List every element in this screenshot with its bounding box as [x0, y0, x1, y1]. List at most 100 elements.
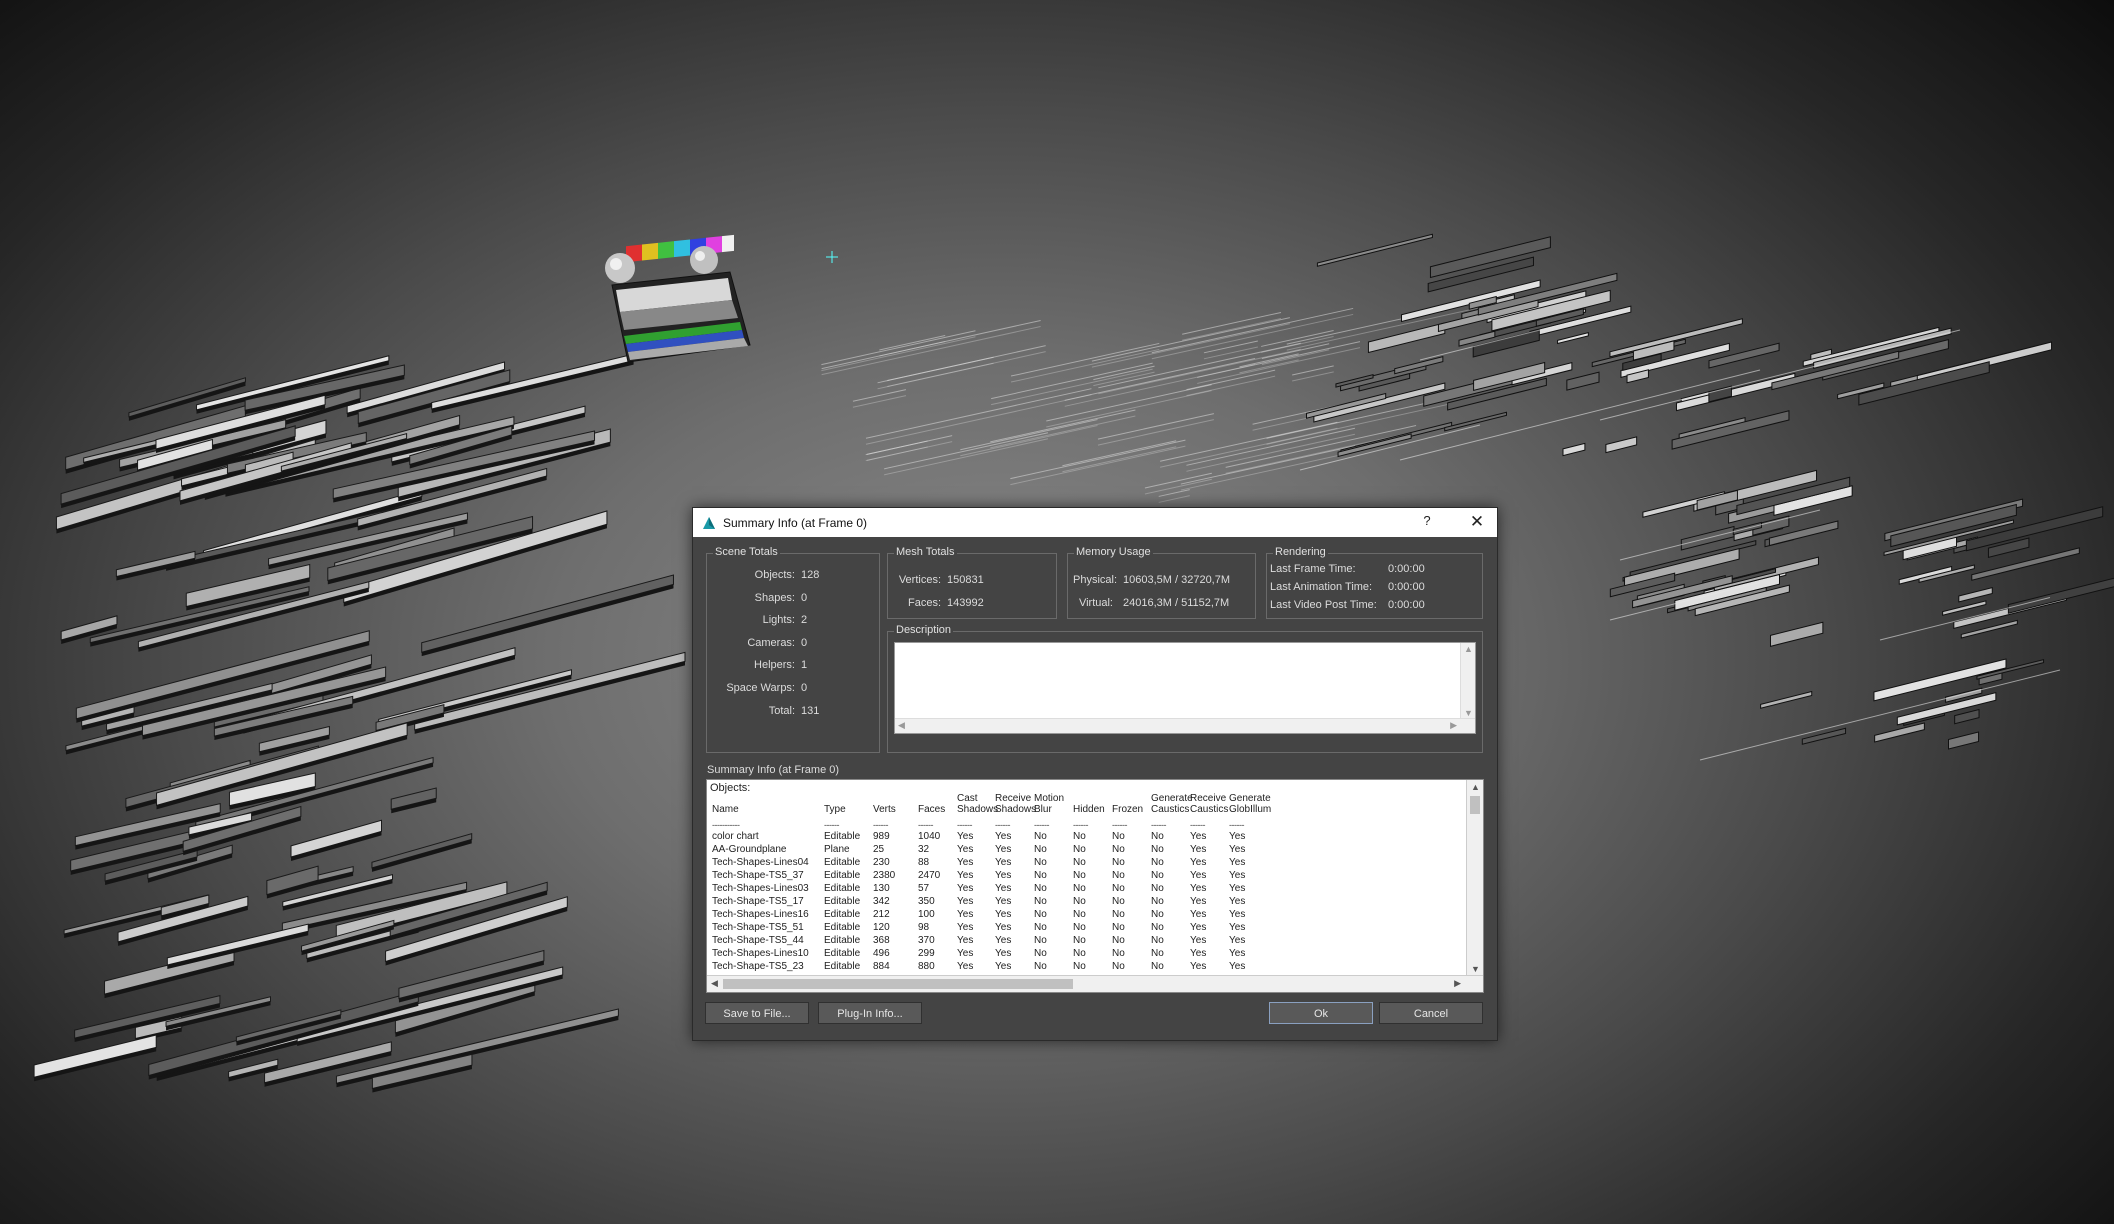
cancel-button[interactable]: Cancel — [1379, 1002, 1483, 1024]
table-cell: No — [1112, 870, 1125, 881]
description-vertical-scrollbar[interactable]: ▲ ▼ — [1460, 643, 1475, 719]
table-cell: No — [1151, 831, 1164, 842]
scroll-down-icon[interactable]: ▼ — [1471, 964, 1480, 974]
table-cell: Yes — [957, 844, 974, 855]
scene-shape — [1971, 547, 2080, 581]
column-header-line2: Hidden — [1073, 804, 1105, 815]
scene-shape — [1947, 731, 1980, 750]
scene-total-row-value: 1 — [801, 659, 808, 672]
scroll-right-icon[interactable]: ▶ — [1450, 720, 1457, 731]
horizontal-scroll-thumb[interactable] — [723, 979, 1073, 989]
column-header-line1 — [824, 793, 846, 804]
plugin-info-button[interactable]: Plug-In Info... — [818, 1002, 922, 1024]
scene-line — [960, 425, 1098, 457]
table-cell: Yes — [1229, 831, 1246, 842]
table-cell: No — [1034, 961, 1047, 972]
summary-list[interactable]: Objects: Name ----------- Type ------ Verts -… — [706, 779, 1484, 993]
table-cell: Yes — [1229, 935, 1246, 946]
description-horizontal-scrollbar[interactable]: ◀ ▶ — [895, 718, 1475, 733]
table-row[interactable]: Tech-Shape-TS5_17 Editable 342 350 Yes Yes No N… — [707, 896, 1465, 909]
column-header-line1 — [873, 793, 896, 804]
scroll-right-icon[interactable]: ▶ — [1454, 978, 1461, 989]
table-row[interactable]: Tech-Shapes-Lines03 Editable 130 57 Yes Yes No… — [707, 883, 1465, 896]
table-cell: Yes — [957, 857, 974, 868]
scene-line — [879, 335, 946, 351]
column-header-line1: Generate — [1151, 793, 1193, 804]
close-button[interactable]: ✕ — [1465, 512, 1489, 532]
save-to-file-button[interactable]: Save to File... — [705, 1002, 809, 1024]
table-row[interactable]: Tech-Shapes-Lines10 Editable 496 299 Yes Yes N… — [707, 948, 1465, 961]
scene-line — [887, 351, 1046, 387]
table-cell: Yes — [995, 922, 1012, 933]
table-cell: Yes — [1190, 909, 1207, 920]
scene-line — [990, 415, 1136, 449]
mesh-total-row: Faces: 143992 — [895, 597, 984, 609]
ok-button[interactable]: Ok — [1269, 1002, 1373, 1024]
table-cell: No — [1112, 948, 1125, 959]
scene-line — [1186, 427, 1356, 466]
scene-line — [1186, 433, 1356, 472]
table-cell: Yes — [995, 909, 1012, 920]
scene-shape — [1444, 411, 1507, 432]
table-cell: 342 — [873, 896, 890, 907]
table-row[interactable]: Tech-Shapes-Lines04 Editable 230 88 Yes Yes No… — [707, 857, 1465, 870]
scene-totals-title: Scene Totals — [713, 546, 780, 558]
description-textarea[interactable]: ▲ ▼ ◀ ▶ — [894, 642, 1476, 734]
scene-shape — [421, 584, 674, 657]
help-button[interactable]: ? — [1417, 513, 1437, 531]
column-separator: ------ — [824, 820, 839, 830]
table-row[interactable]: color chart Editable 989 1040 Yes Yes No No No No… — [707, 831, 1465, 844]
table-cell: Yes — [995, 935, 1012, 946]
scroll-up-icon[interactable]: ▲ — [1464, 644, 1473, 654]
scene-shape — [2007, 577, 2114, 614]
table-cell: 350 — [918, 896, 935, 907]
table-cell: Yes — [1229, 922, 1246, 933]
dialog-titlebar[interactable]: Summary Info (at Frame 0) ? ✕ — [693, 508, 1497, 537]
table-row[interactable]: Tech-Shapes-Lines16 Editable 212 100 Yes Yes N… — [707, 909, 1465, 922]
table-cell: 130 — [873, 883, 890, 894]
vertical-scroll-thumb[interactable] — [1470, 796, 1480, 814]
table-cell: No — [1151, 961, 1164, 972]
table-cell: No — [1034, 948, 1047, 959]
table-row[interactable]: Tech-Shape-TS5_51 Editable 120 98 Yes Yes No No… — [707, 922, 1465, 935]
table-cell: Tech-Shape-TS5_17 — [712, 896, 804, 907]
scene-line — [1158, 495, 1190, 503]
scene-shape — [1562, 442, 1586, 457]
scroll-left-icon[interactable]: ◀ — [711, 978, 718, 989]
3d-viewport[interactable]: Summary Info (at Frame 0) ? ✕ Scene Tota… — [0, 0, 2114, 1224]
scene-shape — [1671, 410, 1790, 450]
rendering-row-value: 0:00:00 — [1388, 563, 1425, 575]
scroll-down-icon[interactable]: ▼ — [1464, 708, 1473, 718]
table-cell: No — [1151, 909, 1164, 920]
scene-total-row-label: Space Warps: — [726, 682, 795, 694]
rendering-row: Last Video Post Time: 0:00:00 — [1270, 599, 1425, 611]
column-header-line2: GlobIllum — [1229, 804, 1272, 815]
table-cell: No — [1151, 896, 1164, 907]
table-cell: No — [1112, 831, 1125, 842]
list-vertical-scrollbar[interactable]: ▲ ▼ — [1466, 780, 1483, 976]
scene-shape — [1675, 372, 1796, 412]
scroll-left-icon[interactable]: ◀ — [898, 720, 905, 731]
table-cell: Tech-Shapes-Lines16 — [712, 909, 809, 920]
table-cell: Editable — [824, 857, 861, 868]
table-cell: Yes — [1190, 883, 1207, 894]
list-horizontal-scrollbar[interactable]: ◀ ▶ — [707, 975, 1483, 992]
scene-shape — [1942, 600, 1987, 616]
scene-line — [866, 435, 953, 455]
scene-line — [821, 325, 1041, 376]
table-row[interactable]: AA-Groundplane Plane 25 32 Yes Yes No No No No Yes… — [707, 844, 1465, 857]
table-row[interactable]: Tech-Shape-TS5_23 Editable 884 880 Yes Yes No N… — [707, 961, 1465, 974]
scene-total-row: Space Warps: 0 — [707, 682, 807, 694]
rendering-row-value: 0:00:00 — [1388, 599, 1425, 611]
scene-shape — [1874, 722, 1925, 743]
scene-line — [1203, 340, 1258, 354]
memory-usage-row-label: Virtual: — [1078, 597, 1113, 609]
table-row[interactable]: Tech-Shape-TS5_44 Editable 368 370 Yes Yes No N… — [707, 935, 1465, 948]
table-cell: Tech-Shapes-Lines03 — [712, 883, 809, 894]
table-cell: No — [1034, 896, 1047, 907]
table-cell: 98 — [918, 922, 930, 933]
table-cell: 368 — [873, 935, 890, 946]
scene-total-row: Total: 131 — [707, 705, 820, 717]
scroll-up-icon[interactable]: ▲ — [1471, 782, 1480, 792]
table-row[interactable]: Tech-Shape-TS5_37 Editable 2380 2470 Yes Yes N… — [707, 870, 1465, 883]
